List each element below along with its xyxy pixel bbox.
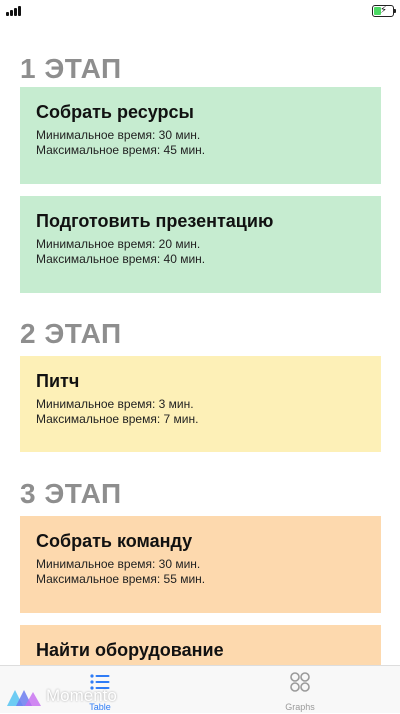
tab-graphs-label: Graphs — [285, 702, 315, 712]
task-card-pitch[interactable]: Питч Минимальное время: 3 мин. Максималь… — [20, 356, 381, 452]
grid-circles-icon — [290, 672, 310, 692]
momento-watermark: Momento — [6, 686, 146, 708]
watermark-text: Momento — [46, 686, 117, 705]
task-max-time: Максимальное время: 40 мин. — [36, 252, 206, 266]
task-card-collect-resources[interactable]: Собрать ресурсы Минимальное время: 30 ми… — [20, 87, 381, 184]
task-card-find-equipment[interactable]: Найти оборудование — [20, 625, 381, 665]
task-title: Питч — [36, 371, 80, 391]
task-card-prepare-presentation[interactable]: Подготовить презентацию Минимальное врем… — [20, 196, 381, 293]
tab-graphs[interactable]: Graphs — [200, 666, 400, 714]
stages-list: 1 ЭТАП Собрать ресурсы Минимальное время… — [0, 0, 400, 665]
task-min-time: Минимальное время: 30 мин. — [36, 557, 201, 571]
task-max-time: Максимальное время: 55 мин. — [36, 572, 206, 586]
task-max-time: Максимальное время: 7 мин. — [36, 412, 199, 426]
stage-3-title: 3 ЭТАП — [20, 478, 122, 509]
task-title: Найти оборудование — [36, 640, 224, 660]
stage-1-title: 1 ЭТАП — [20, 53, 122, 84]
task-title: Подготовить презентацию — [36, 211, 274, 231]
task-min-time: Минимальное время: 20 мин. — [36, 237, 201, 251]
task-min-time: Минимальное время: 3 мин. — [36, 397, 194, 411]
task-title: Собрать команду — [36, 531, 193, 551]
task-min-time: Минимальное время: 30 мин. — [36, 128, 201, 142]
task-max-time: Максимальное время: 45 мин. — [36, 143, 206, 157]
task-title: Собрать ресурсы — [36, 102, 194, 122]
stage-2-title: 2 ЭТАП — [20, 318, 122, 349]
task-card-assemble-team[interactable]: Собрать команду Минимальное время: 30 ми… — [20, 516, 381, 613]
momento-logo-icon — [7, 690, 41, 706]
